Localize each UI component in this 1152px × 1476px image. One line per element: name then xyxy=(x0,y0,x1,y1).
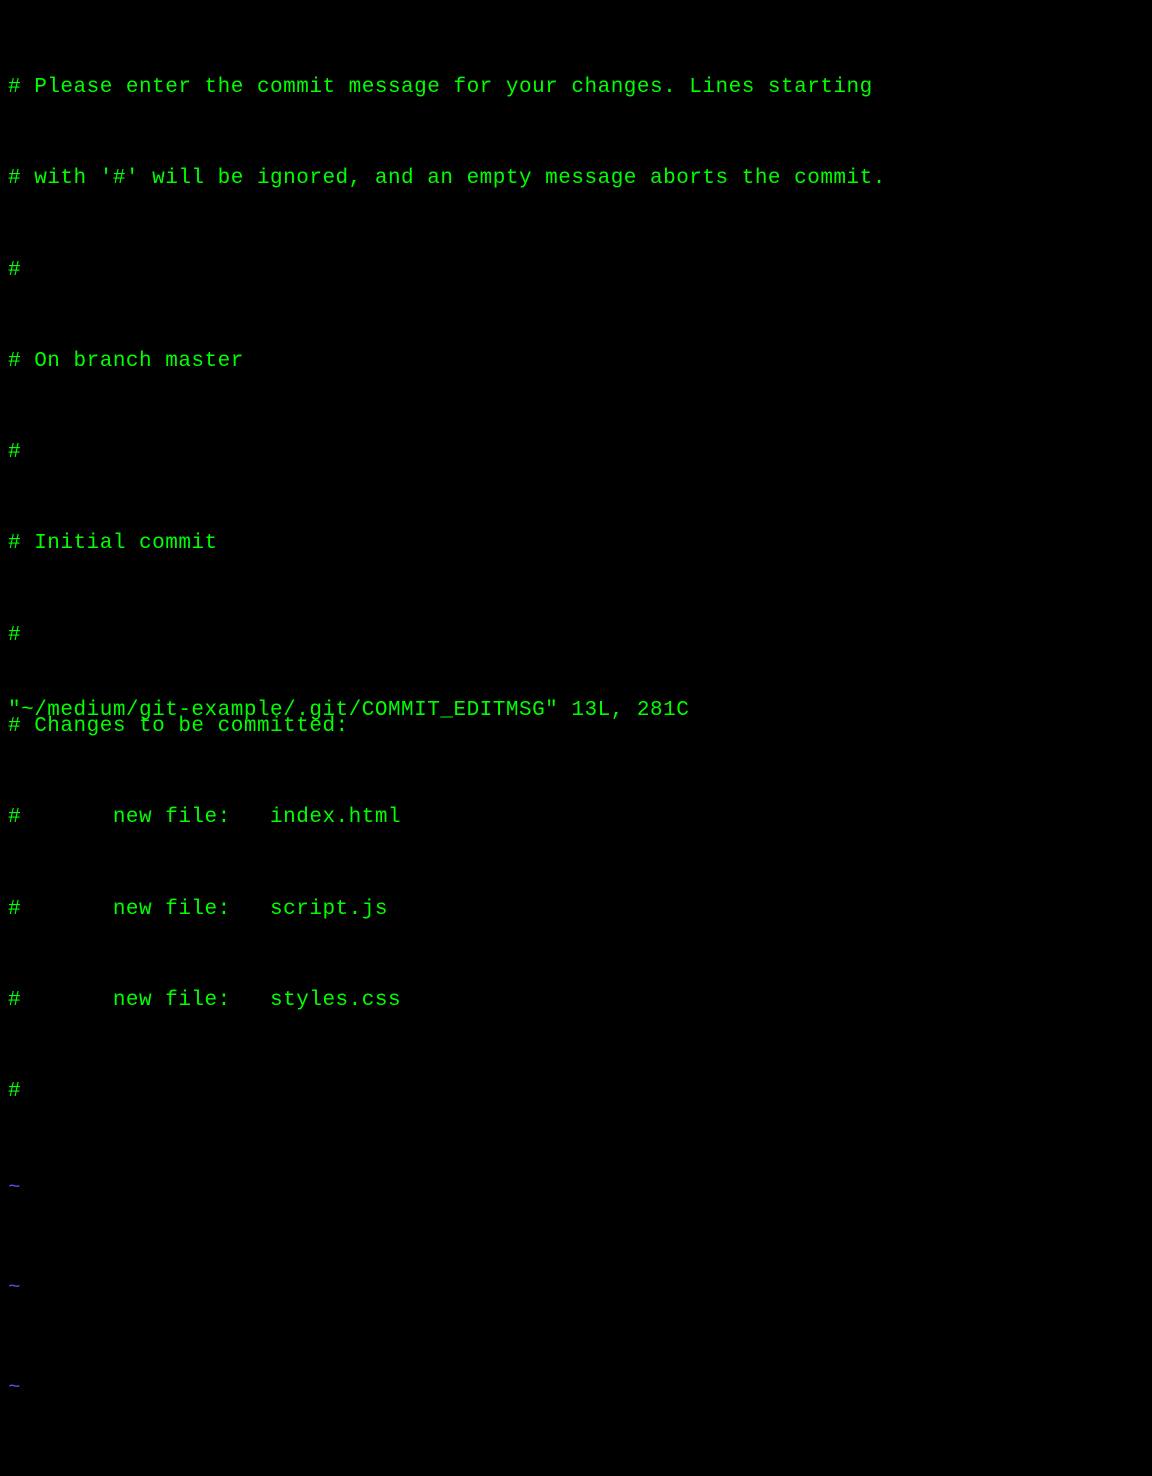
vim-empty-line-tilde: ~ xyxy=(8,1269,1144,1308)
vim-status-line: "~/medium/git-example/.git/COMMIT_EDITMS… xyxy=(8,696,689,726)
commit-comment-line: # xyxy=(8,438,1144,468)
commit-comment-line: # xyxy=(8,621,1144,651)
commit-comment-line: # new file: styles.css xyxy=(8,986,1144,1016)
commit-comment-line: # xyxy=(8,1077,1144,1107)
commit-comment-line: # xyxy=(8,256,1144,286)
commit-comment-line: # Please enter the commit message for yo… xyxy=(8,73,1144,103)
commit-comment-line: # new file: script.js xyxy=(8,895,1144,925)
commit-comment-line: # On branch master xyxy=(8,347,1144,377)
vim-empty-line-tilde: ~ xyxy=(8,1470,1144,1476)
vim-empty-line-tilde: ~ xyxy=(8,1369,1144,1408)
vim-editor-buffer[interactable]: # Please enter the commit message for yo… xyxy=(8,12,1144,1476)
vim-empty-line-tilde: ~ xyxy=(8,1169,1144,1208)
commit-comment-line: # with '#' will be ignored, and an empty… xyxy=(8,164,1144,194)
commit-comment-line: # Initial commit xyxy=(8,529,1144,559)
commit-comment-line: # new file: index.html xyxy=(8,803,1144,833)
